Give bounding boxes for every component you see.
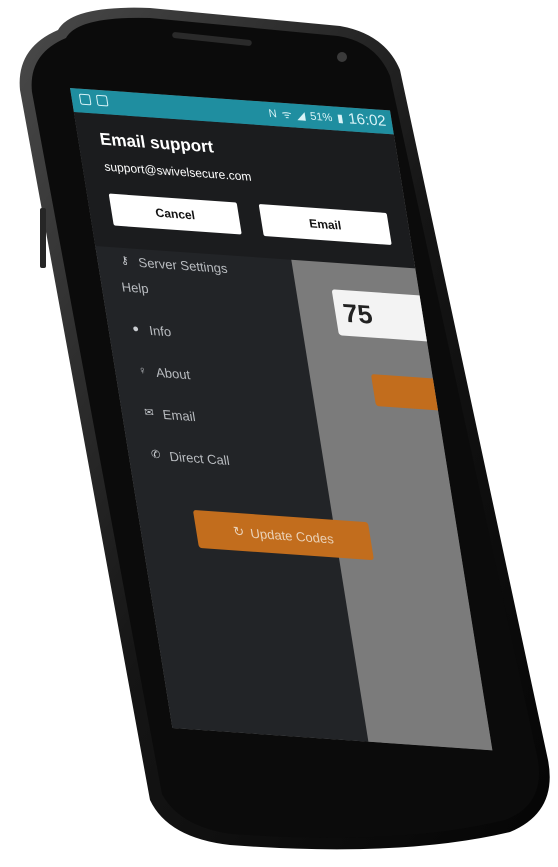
- help-header-label: Help: [120, 279, 150, 297]
- device-mockup: 75 ⚷ Server Settings Help ● Info ♀ About…: [0, 0, 558, 867]
- mail-icon: ✉: [143, 406, 155, 420]
- drawer-item-about[interactable]: ♀ About: [136, 364, 191, 383]
- dialog-title: Email support: [98, 129, 215, 157]
- message-icon: [95, 94, 109, 107]
- drawer-item-label: Direct Call: [168, 448, 231, 469]
- system-icons: N ᯤ ◢ 51% ▮ 16:02: [267, 105, 387, 130]
- server-settings-item[interactable]: ⚷ Server Settings: [118, 254, 229, 277]
- update-codes-label: Update Codes: [249, 525, 335, 547]
- key-icon: ⚷: [119, 254, 130, 268]
- drawer-item-email[interactable]: ✉ Email: [143, 406, 197, 425]
- help-header: Help: [120, 279, 149, 296]
- nfc-icon: N: [267, 107, 278, 120]
- email-button[interactable]: Email: [258, 204, 392, 245]
- drawer-item-label: About: [154, 364, 192, 383]
- bulb-icon: ♀: [137, 364, 148, 378]
- drawer-item-direct-call[interactable]: ✆ Direct Call: [149, 448, 231, 469]
- support-email: support@swivelsecure.com: [103, 159, 253, 184]
- signal-icon: ◢: [295, 109, 307, 123]
- image-icon: [78, 93, 92, 106]
- notification-icons: [78, 93, 109, 107]
- info-icon: ●: [131, 322, 141, 336]
- email-support-dialog: Email support support@swivelsecure.com C…: [73, 112, 416, 269]
- wifi-icon: ᯤ: [280, 108, 293, 122]
- phone-icon: ✆: [150, 448, 162, 462]
- cancel-button[interactable]: Cancel: [108, 193, 242, 235]
- code-text: 75: [340, 297, 375, 330]
- clock: 16:02: [346, 110, 388, 130]
- refresh-icon: ↻: [232, 523, 246, 540]
- server-settings-label: Server Settings: [137, 254, 229, 277]
- battery-icon: ▮: [336, 112, 345, 126]
- battery-text: 51%: [309, 110, 334, 124]
- drawer-item-label: Email: [161, 406, 197, 425]
- drawer-item-label: Info: [148, 322, 173, 340]
- drawer-item-info[interactable]: ● Info: [129, 322, 172, 340]
